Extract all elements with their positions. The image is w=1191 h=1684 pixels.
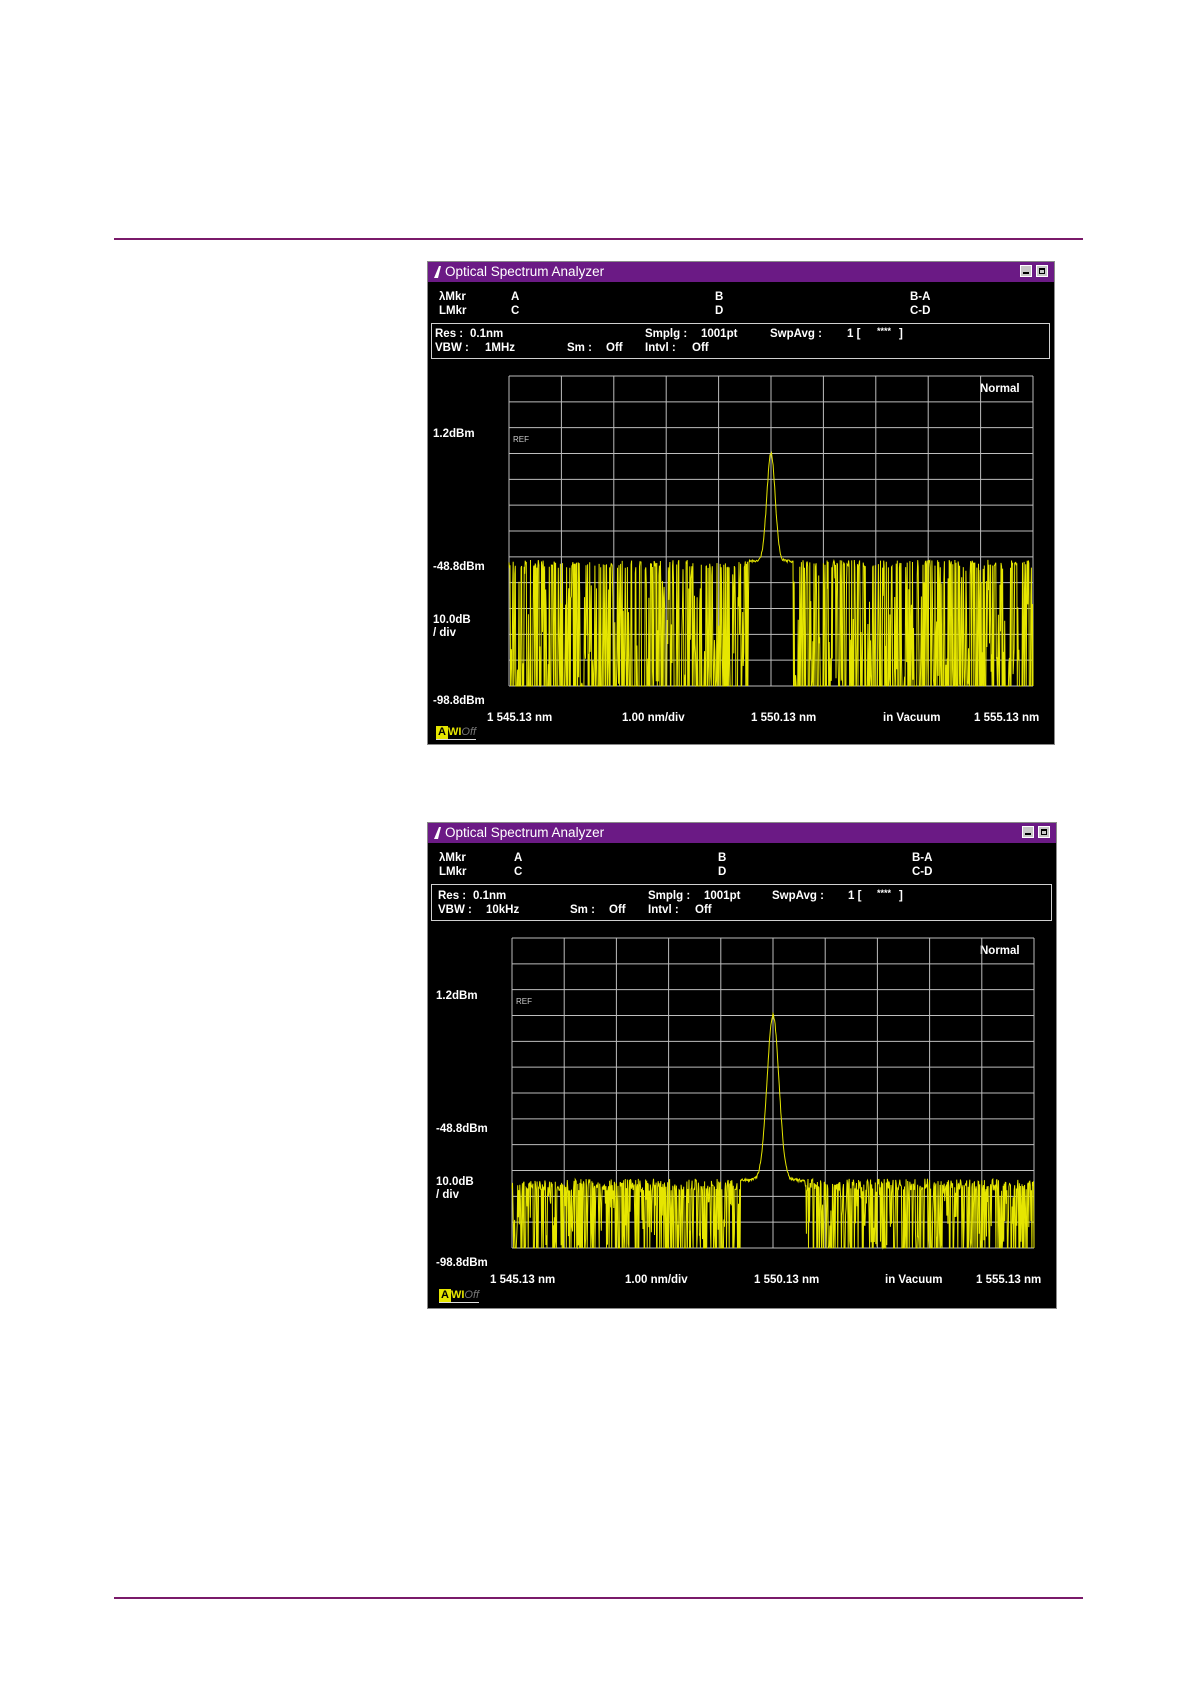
osa-window-2: Optical Spectrum Analyzer λMkr LMkr A C …	[427, 822, 1057, 1309]
osa-window-1: Optical Spectrum Analyzer λMkr LMkr A C …	[427, 261, 1055, 745]
spectrum-plot	[508, 375, 1034, 688]
footer-rule	[114, 1597, 1083, 1599]
spectrum-plot	[511, 937, 1035, 1250]
header-rule	[114, 238, 1083, 240]
